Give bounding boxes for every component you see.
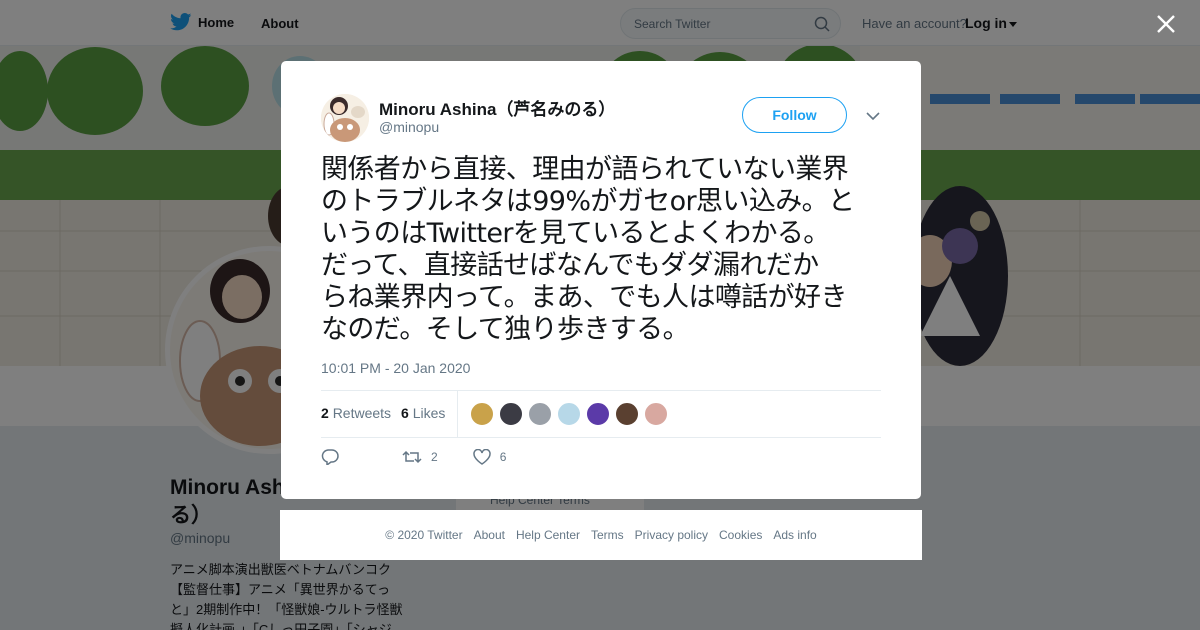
like-button[interactable]: 6 (472, 449, 507, 465)
tweet-author-avatar[interactable] (321, 94, 369, 142)
footer-link-about[interactable]: About (474, 528, 505, 542)
retweet-button[interactable]: 2 (402, 449, 438, 465)
liker-avatar[interactable] (615, 402, 639, 426)
footer-link-help-center[interactable]: Help Center (516, 528, 580, 542)
reply-icon (321, 449, 339, 465)
divider (321, 390, 881, 391)
tweet-text-line: らね業界内って。まあ、でも人は噂話が好き (321, 282, 847, 313)
tweet-text-line: のトラブルネタは99%がガセor思い込み。と (321, 186, 855, 217)
tweet-text: 関係者から直接、理由が語られていない業界 のトラブルネタは99%がガセor思い込… (321, 154, 885, 346)
follow-button[interactable]: Follow (742, 97, 847, 133)
liker-avatar[interactable] (644, 402, 668, 426)
divider (321, 437, 881, 438)
chevron-down-icon[interactable] (865, 108, 881, 124)
like-action-count: 6 (499, 450, 507, 464)
likes-count: 6 (401, 405, 409, 421)
heart-icon (472, 449, 491, 465)
footer-link-privacy[interactable]: Privacy policy (635, 528, 708, 542)
likes-label: Likes (412, 405, 446, 421)
footer-copyright: © 2020 Twitter (385, 528, 463, 542)
footer-link-ads-info[interactable]: Ads info (773, 528, 816, 542)
stats-divider (457, 391, 458, 437)
likes-stat[interactable]: 6 Likes (401, 405, 445, 421)
tweet-modal: Minoru Ashina（芦名みのる） @minopu Follow 関係者か… (281, 61, 921, 499)
footer-link-cookies[interactable]: Cookies (719, 528, 762, 542)
liker-avatar[interactable] (499, 402, 523, 426)
author-avatar-illustration (321, 94, 369, 142)
retweet-icon (402, 450, 422, 464)
tweet-text-line: だって、直接話せばなんでもダダ漏れだか (321, 250, 819, 281)
liker-avatar[interactable] (557, 402, 581, 426)
retweets-label: Retweets (332, 405, 392, 421)
liker-avatar[interactable] (528, 402, 552, 426)
tweet-text-line: 関係者から直接、理由が語られていない業界 (321, 154, 849, 185)
tweet-text-line: いうのはTwitterを見ているとよくわかる。 (321, 218, 830, 249)
tweet-actions: 2 6 (321, 449, 549, 465)
footer-link-terms[interactable]: Terms (591, 528, 624, 542)
tweet-text-line: なのだ。そして独り歩きする。 (321, 314, 690, 345)
retweets-stat[interactable]: 2 Retweets (321, 405, 391, 421)
tweet-timestamp[interactable]: 10:01 PM - 20 Jan 2020 (321, 360, 470, 376)
retweets-count: 2 (321, 405, 329, 421)
liker-avatar[interactable] (470, 402, 494, 426)
reply-button[interactable] (321, 449, 339, 465)
tweet-author-handle[interactable]: @minopu (379, 119, 439, 135)
retweet-action-count: 2 (431, 450, 438, 464)
liker-avatars (470, 402, 668, 426)
liker-avatar[interactable] (586, 402, 610, 426)
tweet-author-name[interactable]: Minoru Ashina（芦名みのる） (379, 95, 615, 120)
tweet-stats: 2 Retweets 6 Likes (321, 405, 445, 421)
footer: © 2020 Twitter About Help Center Terms P… (280, 510, 922, 560)
close-icon[interactable] (1154, 12, 1178, 36)
